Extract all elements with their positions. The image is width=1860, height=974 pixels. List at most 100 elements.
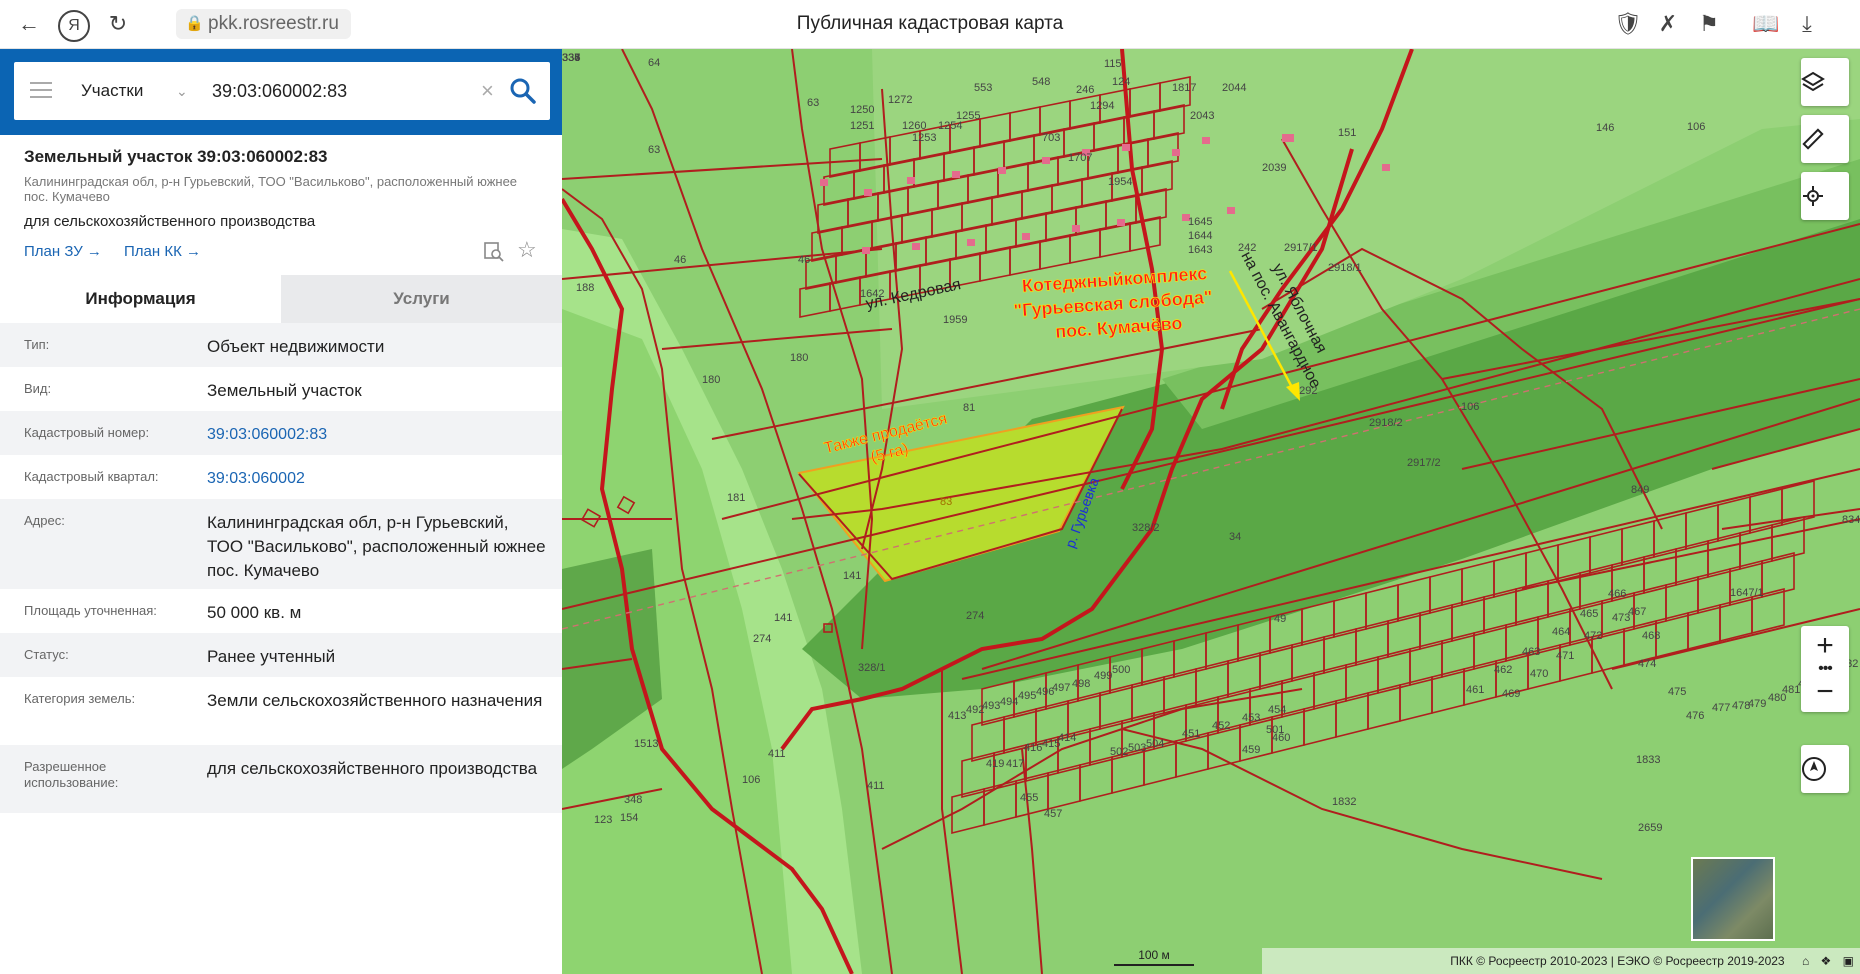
- parcel-number: 180: [790, 352, 808, 364]
- parcel-number: 63: [648, 144, 660, 156]
- compass-button[interactable]: [1801, 745, 1849, 793]
- compass-icon: [1802, 757, 1826, 781]
- object-address: Калининградская обл, р-н Гурьевский, ТОО…: [24, 174, 518, 204]
- parcel-number: 1833: [1636, 754, 1660, 766]
- parcel-number: 106: [742, 774, 760, 786]
- parcel-number: 499: [1094, 670, 1112, 682]
- parcel-number: 2918/1: [1328, 262, 1362, 274]
- search-header: Участки ⌄ 39:03:060002:83 ×: [0, 49, 582, 135]
- parcel-number: 49: [1274, 613, 1286, 625]
- search-type-select[interactable]: Участки ⌄: [81, 62, 188, 120]
- parcel-number: 2043: [1190, 110, 1214, 122]
- parcel-number: 274: [753, 633, 771, 645]
- parcel-number: 495: [1018, 690, 1036, 702]
- parcel-number: 461: [1466, 684, 1484, 696]
- parcel-number: 1294: [1090, 100, 1114, 112]
- parcel-number: 470: [1530, 668, 1548, 680]
- reload-icon[interactable]: ↻: [106, 12, 130, 36]
- parcel-number: 2044: [1222, 82, 1246, 94]
- parcel-number: 459: [1242, 744, 1260, 756]
- crosshair-icon: [1803, 186, 1823, 206]
- no-tracking-icon[interactable]: ✗: [1656, 12, 1680, 36]
- basemap-thumbnail[interactable]: [1691, 857, 1775, 941]
- search-icon: [510, 78, 536, 104]
- favorite-star-icon[interactable]: ☆: [517, 237, 537, 263]
- info-row-kind: Вид: Земельный участок: [0, 367, 562, 411]
- parcel-number: 503: [1128, 742, 1146, 754]
- menu-icon[interactable]: [30, 82, 52, 98]
- map-attribution: ПКК © Росреестр 2010-2023 | ЕЭКО © Росре…: [1262, 948, 1860, 974]
- search-button[interactable]: [508, 76, 538, 106]
- parcel-number: 106: [1461, 401, 1479, 413]
- tab-info[interactable]: Информация: [0, 275, 281, 323]
- parcel-number: 548: [1032, 76, 1050, 88]
- ruler-icon: [1802, 128, 1824, 150]
- cadastral-quarter-link[interactable]: 39:03:060002: [207, 467, 547, 491]
- parcel-number: 188: [576, 282, 594, 294]
- parcel-number: 473: [1612, 612, 1630, 624]
- bookmark-icon[interactable]: ⚑: [1697, 12, 1721, 36]
- parcel-number: 106: [1687, 121, 1705, 133]
- parcel-number: 703: [1042, 132, 1060, 144]
- tab-services[interactable]: Услуги: [281, 275, 562, 323]
- plan-kk-link[interactable]: План КК →: [124, 243, 201, 260]
- parcel-number: 1253: [912, 132, 936, 144]
- map-canvas[interactable]: 64636346 46188180180195981181141141 274274…: [562, 49, 1860, 974]
- parcel-number: 419: [986, 758, 1004, 770]
- object-panel: Земельный участок 39:03:060002:83 Калини…: [0, 135, 562, 974]
- parcel-number: 124: [1112, 76, 1130, 88]
- arrow-right-icon: →: [86, 243, 102, 260]
- parcel-number: 411: [768, 748, 786, 760]
- info-row-cadastral-quarter: Кадастровый квартал: 39:03:060002: [0, 455, 562, 499]
- parcel-number: 500: [1112, 664, 1130, 676]
- info-row-land-category: Категория земель: Земли сельскохозяйстве…: [0, 677, 562, 745]
- parcel-number: 1832: [1332, 796, 1356, 808]
- parcel-number: 1251: [850, 120, 874, 132]
- layers-button[interactable]: [1801, 58, 1849, 106]
- parcel-number: 2918/2: [1369, 417, 1403, 429]
- parcel-number: 467: [1628, 606, 1646, 618]
- parcel-number: 414: [1058, 732, 1076, 744]
- parcel-number: 553: [974, 82, 992, 94]
- parcel-number: 497: [1052, 682, 1070, 694]
- window-icon[interactable]: ▣: [1843, 954, 1854, 968]
- locate-button[interactable]: [1801, 172, 1849, 220]
- parcel-number: 416: [1024, 742, 1042, 754]
- parcel-number: 2917/1: [1284, 242, 1318, 254]
- home-icon[interactable]: ⌂: [1802, 954, 1809, 968]
- parcel-number: 474: [1638, 658, 1656, 670]
- info-row-cadastral-number: Кадастровый номер: 39:03:060002:83: [0, 411, 562, 455]
- clear-icon[interactable]: ×: [481, 62, 494, 120]
- parcel-number: 494: [1000, 696, 1018, 708]
- address-bar[interactable]: 🔒 pkk.rosreestr.ru: [176, 9, 351, 39]
- cadastral-number-link[interactable]: 39:03:060002:83: [207, 423, 547, 447]
- pin-icon[interactable]: ❖: [1821, 954, 1832, 968]
- parcel-number: 504: [1146, 738, 1164, 750]
- parcel-number: 115: [1104, 58, 1122, 70]
- parcel-number: 1644: [1188, 230, 1212, 242]
- parcel-number: 2659: [1638, 822, 1662, 834]
- search-input[interactable]: 39:03:060002:83: [212, 62, 347, 120]
- parcel-number: 1707: [1068, 152, 1092, 164]
- parcel-number: 498: [1072, 678, 1090, 690]
- parcel-number: 81: [963, 402, 975, 414]
- measure-button[interactable]: [1801, 115, 1849, 163]
- parcel-number: 454: [1268, 704, 1286, 716]
- zoom-out-button[interactable]: −: [1801, 672, 1849, 712]
- zoom-to-object-icon[interactable]: [483, 241, 505, 263]
- lock-icon: 🔒: [185, 15, 204, 32]
- cadastral-map[interactable]: 64 63 63 46 46 188 180 180 1959 81 181 141 141 274 274…: [562, 49, 1860, 974]
- info-value: для сельскохозяйственного производства: [207, 759, 538, 778]
- reader-icon[interactable]: 📖: [1752, 12, 1779, 36]
- info-label: Кадастровый квартал:: [24, 469, 159, 484]
- plan-zu-link[interactable]: План ЗУ →: [24, 243, 102, 260]
- info-label: Тип:: [24, 337, 50, 352]
- back-arrow-icon[interactable]: ←: [17, 12, 41, 36]
- plan-kk-label: План КК: [124, 243, 182, 260]
- protect-icon[interactable]: 🛡: [1614, 12, 1642, 36]
- yandex-logo-icon[interactable]: Я: [58, 10, 90, 42]
- search-type-label: Участки: [81, 81, 144, 100]
- download-icon[interactable]: ⤓: [1795, 12, 1819, 36]
- info-row-area: Площадь уточненная: 50 000 кв. м: [0, 589, 562, 633]
- info-value: Земельный участок: [207, 381, 362, 400]
